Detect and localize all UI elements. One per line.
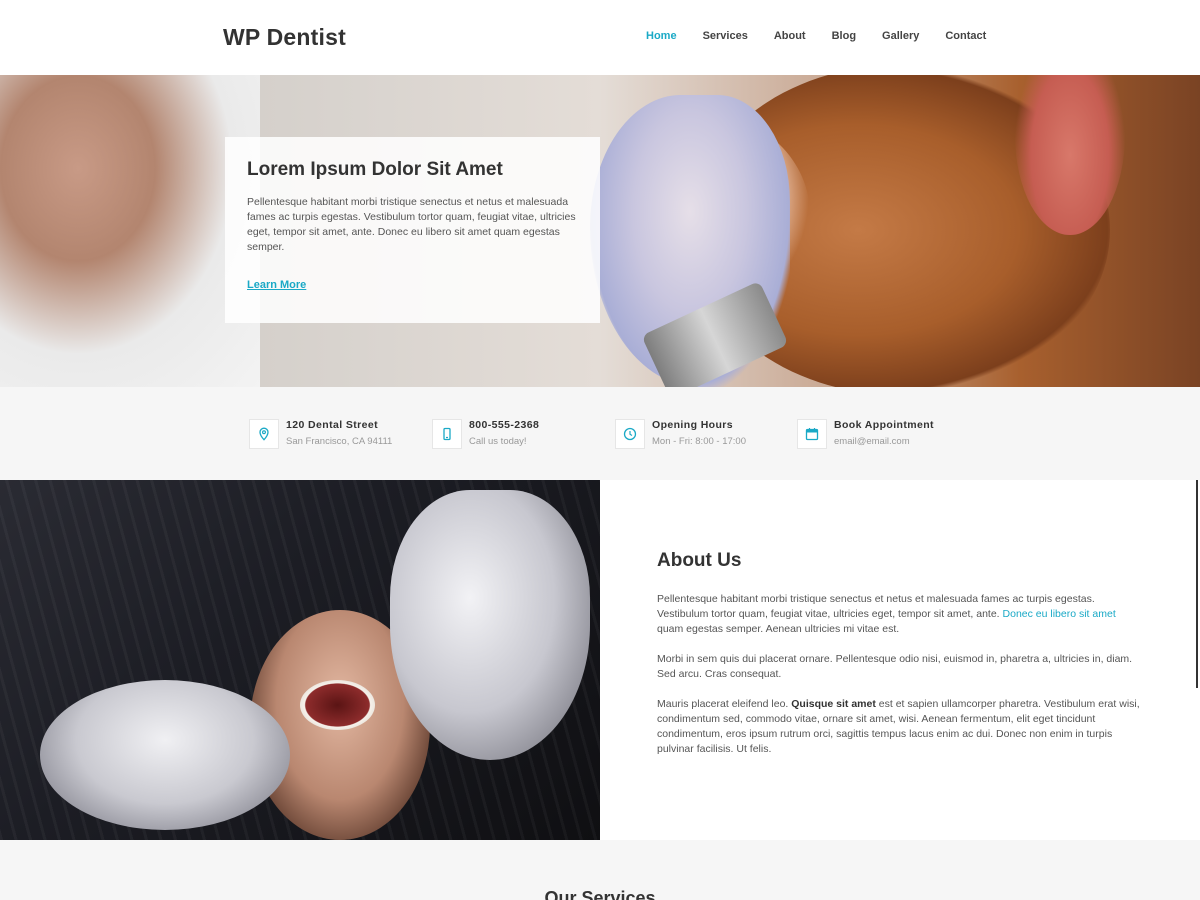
about-paragraph-2: Morbi in sem quis dui placerat ornare. P… <box>657 653 1133 680</box>
info-title: 120 Dental Street <box>286 419 379 431</box>
phone-icon <box>432 419 462 449</box>
about-inline-link[interactable]: Donec eu libero sit amet <box>1003 608 1116 620</box>
map-pin-icon <box>249 419 279 449</box>
info-title: Opening Hours <box>652 419 734 431</box>
info-subtitle: San Francisco, CA 94111 <box>286 436 393 447</box>
about-paragraph-3: Mauris placerat eleifend leo. Quisque si… <box>657 698 1140 755</box>
info-hours: Opening Hours Mon - Fri: 8:00 - 17:00 <box>615 419 746 449</box>
calendar-icon <box>797 419 827 449</box>
info-subtitle: Mon - Fri: 8:00 - 17:00 <box>652 436 746 447</box>
services-title: Our Services <box>544 888 656 900</box>
info-address: 120 Dental Street San Francisco, CA 9411… <box>249 419 392 449</box>
info-subtitle[interactable]: email@email.com <box>834 436 934 447</box>
hero-text: Pellentesque habitant morbi tristique se… <box>247 196 576 253</box>
hero-banner: Lorem Ipsum Dolor Sit Amet Pellentesque … <box>0 75 1200 387</box>
scrollbar-thumb[interactable] <box>1196 480 1198 688</box>
nav-blog[interactable]: Blog <box>832 30 856 42</box>
nav-gallery[interactable]: Gallery <box>882 30 919 42</box>
info-title[interactable]: 800-555-2368 <box>469 419 539 431</box>
about-title: About Us <box>657 550 742 571</box>
hero-title: Lorem Ipsum Dolor Sit Amet <box>247 159 503 180</box>
hero-photo-dentist <box>0 75 260 387</box>
site-logo[interactable]: WP Dentist <box>223 24 346 51</box>
info-phone: 800-555-2368 Call us today! <box>432 419 539 449</box>
about-section: About Us Pellentesque habitant morbi tri… <box>600 480 1200 840</box>
nav-about[interactable]: About <box>774 30 806 42</box>
learn-more-link[interactable]: Learn More <box>247 279 306 291</box>
main-nav: Home Services About Blog Gallery Contact <box>646 30 1012 42</box>
info-subtitle: Call us today! <box>469 436 527 447</box>
info-appointment: Book Appointment email@email.com <box>797 419 934 449</box>
about-paragraph-1: Pellentesque habitant morbi tristique se… <box>657 593 1116 635</box>
hero-card: Lorem Ipsum Dolor Sit Amet Pellentesque … <box>225 137 600 323</box>
info-title[interactable]: Book Appointment <box>834 419 934 431</box>
site-header: WP Dentist Home Services About Blog Gall… <box>0 0 1200 75</box>
nav-services[interactable]: Services <box>703 30 748 42</box>
clock-icon <box>615 419 645 449</box>
about-photo <box>0 480 600 840</box>
nav-home[interactable]: Home <box>646 30 677 42</box>
services-section: Our Services <box>0 840 1200 900</box>
info-bar: 120 Dental Street San Francisco, CA 9411… <box>0 387 1200 480</box>
nav-contact[interactable]: Contact <box>945 30 986 42</box>
